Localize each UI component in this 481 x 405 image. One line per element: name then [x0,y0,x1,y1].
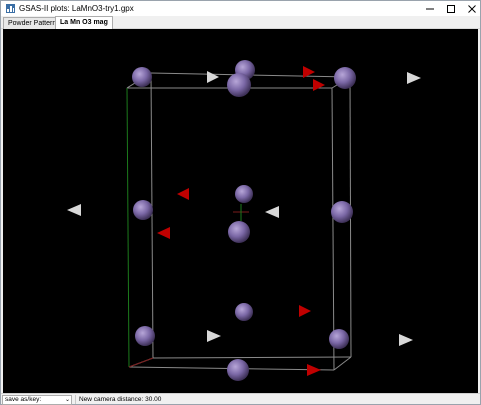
close-icon [468,4,476,13]
mn-atom [227,359,249,381]
structure-3d-canvas[interactable] [3,29,478,393]
magnetic-structure-view [67,60,421,381]
moment-arrowhead-white [399,334,413,346]
mn-atom [227,73,251,97]
tab-la-mn-o3-mag[interactable]: La Mn O3 mag [55,16,113,29]
maximize-icon [447,4,455,13]
moment-arrowhead-red [313,79,325,91]
mn-atom [132,67,152,87]
mn-atom [235,303,253,321]
title-bar[interactable]: GSAS-II plots: LaMnO3-try1.gpx [1,1,480,16]
moment-arrowhead-red [157,227,170,239]
mn-atom [334,67,356,89]
save-as-key-select[interactable]: save as/key: ⌄ [2,395,72,405]
save-as-key-label: save as/key: [5,396,42,403]
view-center-cross [233,204,249,221]
mn-atom [331,201,353,223]
moment-arrowhead-red [299,305,311,317]
cell-edge [152,356,352,359]
close-button[interactable] [459,1,481,16]
status-divider [75,395,76,404]
cell-axis-b [126,87,130,368]
status-bar: save as/key: ⌄ New camera distance: 30.0… [1,393,480,405]
mn-atom [135,326,155,346]
mn-atom [133,200,153,220]
moment-arrowhead-white [265,206,279,218]
window-title: GSAS-II plots: LaMnO3-try1.gpx [19,4,134,13]
minimize-icon [426,8,434,9]
moment-arrowhead-red [177,188,189,200]
status-message: New camera distance: 30.00 [79,396,162,403]
cell-axis-a [128,357,154,368]
mn-atom [235,185,253,203]
moment-arrowhead-white [407,72,421,84]
moment-arrowhead-red [307,364,321,376]
mn-atom [228,221,250,243]
moment-arrowhead-white [207,330,221,342]
gsas-icon [6,4,15,13]
cell-edge [333,356,352,371]
plot-tab-bar: Powder Patterns La Mn O3 mag [1,16,480,29]
plot-window: GSAS-II plots: LaMnO3-try1.gpx Powder Pa… [0,0,481,405]
moment-arrowhead-white [67,204,81,216]
cell-edge [331,87,335,371]
mn-atom [329,329,349,349]
chevron-down-icon: ⌄ [64,397,70,403]
